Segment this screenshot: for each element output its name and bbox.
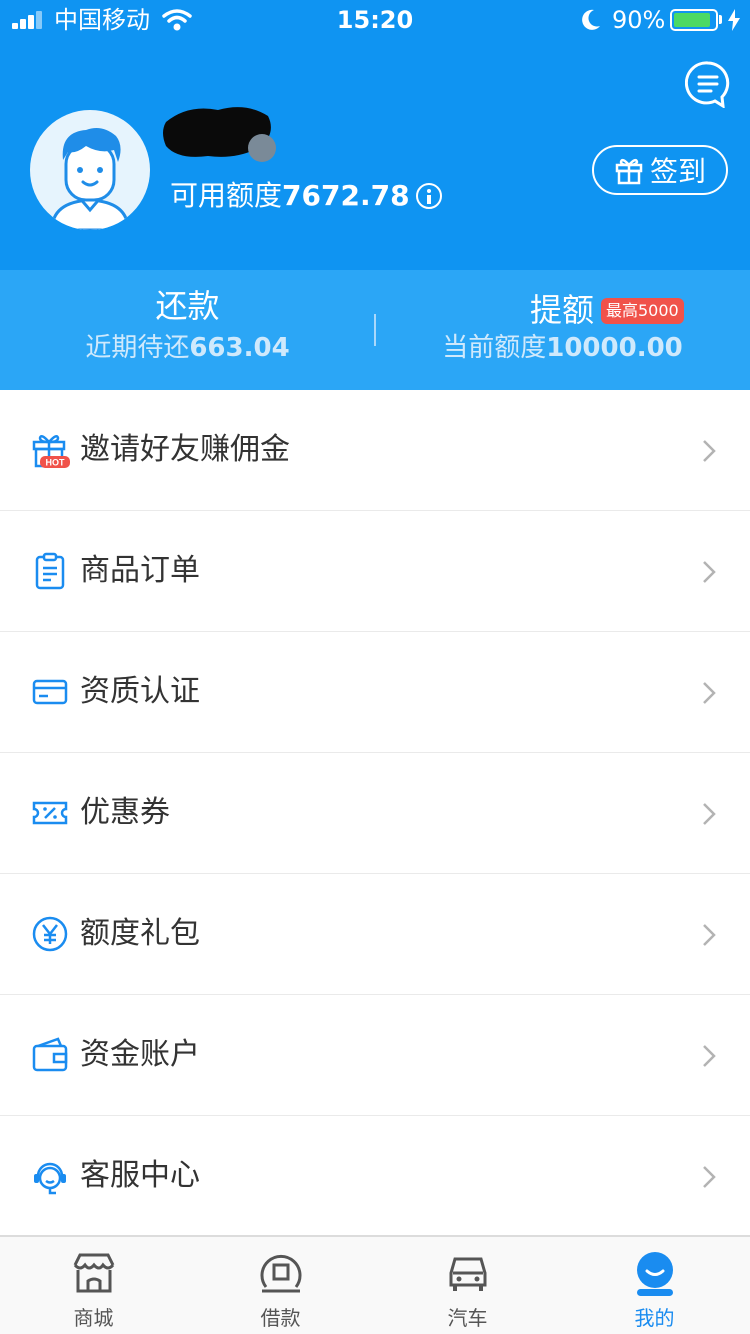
chevron-right-icon xyxy=(703,924,716,946)
raise-title: 提额 xyxy=(530,291,595,329)
summary-bar: 还款 近期待还663.04 提额 最高5000 当前额度10000.00 xyxy=(0,270,750,390)
clipboard-icon xyxy=(35,552,65,590)
menu-label: 客服中心 xyxy=(80,1158,200,1193)
menu-item-funds-account[interactable]: 资金账户 xyxy=(0,995,750,1116)
hot-badge: HOT xyxy=(46,458,66,468)
repay-amount: 663.04 xyxy=(189,333,290,363)
battery-percent: 90% xyxy=(612,6,666,34)
gift-hot-icon: HOT xyxy=(32,434,70,468)
menu-label: 资金账户 xyxy=(80,1037,200,1072)
profile-icon xyxy=(637,1252,673,1296)
raise-amount: 10000.00 xyxy=(546,333,683,363)
menu-list: HOT 邀请好友赚佣金 商品订单 资质认证 优惠券 额度礼包 资金账户 客服中心 xyxy=(0,390,750,1237)
message-icon[interactable] xyxy=(685,60,731,108)
menu-item-orders[interactable]: 商品订单 xyxy=(0,511,750,632)
menu-item-coupons[interactable]: 优惠券 xyxy=(0,753,750,874)
battery-tip xyxy=(719,15,722,24)
signin-button[interactable]: 签到 xyxy=(592,145,728,195)
info-icon[interactable] xyxy=(415,183,442,209)
profile-header: 可用额度 7672.78 签到 xyxy=(0,40,750,270)
raise-desc-label: 当前额度 xyxy=(442,333,547,363)
available-credit: 可用额度 7672.78 xyxy=(170,178,442,214)
avatar[interactable] xyxy=(30,110,150,230)
raise-section[interactable]: 提额 最高5000 当前额度10000.00 xyxy=(375,270,750,390)
gift-icon xyxy=(615,158,643,185)
chevron-right-icon xyxy=(703,440,716,462)
chevron-right-icon xyxy=(703,803,716,825)
repay-title: 还款 xyxy=(155,287,220,325)
tab-loan[interactable]: 借款 xyxy=(187,1237,374,1334)
battery-level xyxy=(674,13,710,27)
menu-label: 优惠券 xyxy=(80,795,170,830)
chevron-right-icon xyxy=(703,682,716,704)
menu-label: 商品订单 xyxy=(80,553,200,588)
car-icon xyxy=(449,1257,487,1291)
signin-label: 签到 xyxy=(649,155,706,188)
repay-section[interactable]: 还款 近期待还663.04 xyxy=(0,270,375,390)
menu-item-customer-service[interactable]: 客服中心 xyxy=(0,1116,750,1237)
chevron-right-icon xyxy=(703,561,716,583)
repay-desc-label: 近期待还 xyxy=(85,333,190,363)
battery-icon xyxy=(670,9,718,31)
tab-label: 汽车 xyxy=(447,1306,488,1330)
store-icon xyxy=(73,1253,115,1293)
username-redacted xyxy=(163,107,276,162)
menu-label: 额度礼包 xyxy=(80,916,200,951)
max-raise-badge: 最高5000 xyxy=(601,298,684,324)
tab-store[interactable]: 商城 xyxy=(0,1237,187,1334)
raise-desc: 当前额度10000.00 xyxy=(375,330,750,366)
menu-label: 资质认证 xyxy=(80,674,200,709)
coupon-icon xyxy=(32,801,68,825)
chevron-right-icon xyxy=(703,1045,716,1067)
status-bar: 中国移动 15:20 90% xyxy=(0,0,750,40)
charging-icon xyxy=(728,9,740,31)
menu-item-verification[interactable]: 资质认证 xyxy=(0,632,750,753)
moon-icon xyxy=(582,9,600,30)
repay-desc: 近期待还663.04 xyxy=(0,330,375,366)
credit-label: 可用额度 xyxy=(170,179,283,212)
menu-item-credit-package[interactable]: 额度礼包 xyxy=(0,874,750,995)
credit-amount: 7672.78 xyxy=(282,179,410,212)
card-icon xyxy=(32,679,68,705)
chevron-right-icon xyxy=(703,1166,716,1188)
loan-icon xyxy=(260,1254,302,1293)
headset-icon xyxy=(34,1162,66,1195)
wallet-icon xyxy=(32,1037,68,1072)
tab-label: 借款 xyxy=(260,1306,301,1330)
tab-label: 我的 xyxy=(634,1306,675,1330)
menu-item-invite[interactable]: HOT 邀请好友赚佣金 xyxy=(0,390,750,511)
tab-profile[interactable]: 我的 xyxy=(561,1237,748,1334)
tab-bar: 商城 借款 汽车 我的 xyxy=(0,1235,750,1334)
yen-circle-icon xyxy=(32,916,68,952)
tab-label: 商城 xyxy=(73,1306,114,1330)
menu-label: 邀请好友赚佣金 xyxy=(80,432,290,467)
tab-car[interactable]: 汽车 xyxy=(374,1237,561,1334)
avatar-illustration xyxy=(50,128,130,230)
